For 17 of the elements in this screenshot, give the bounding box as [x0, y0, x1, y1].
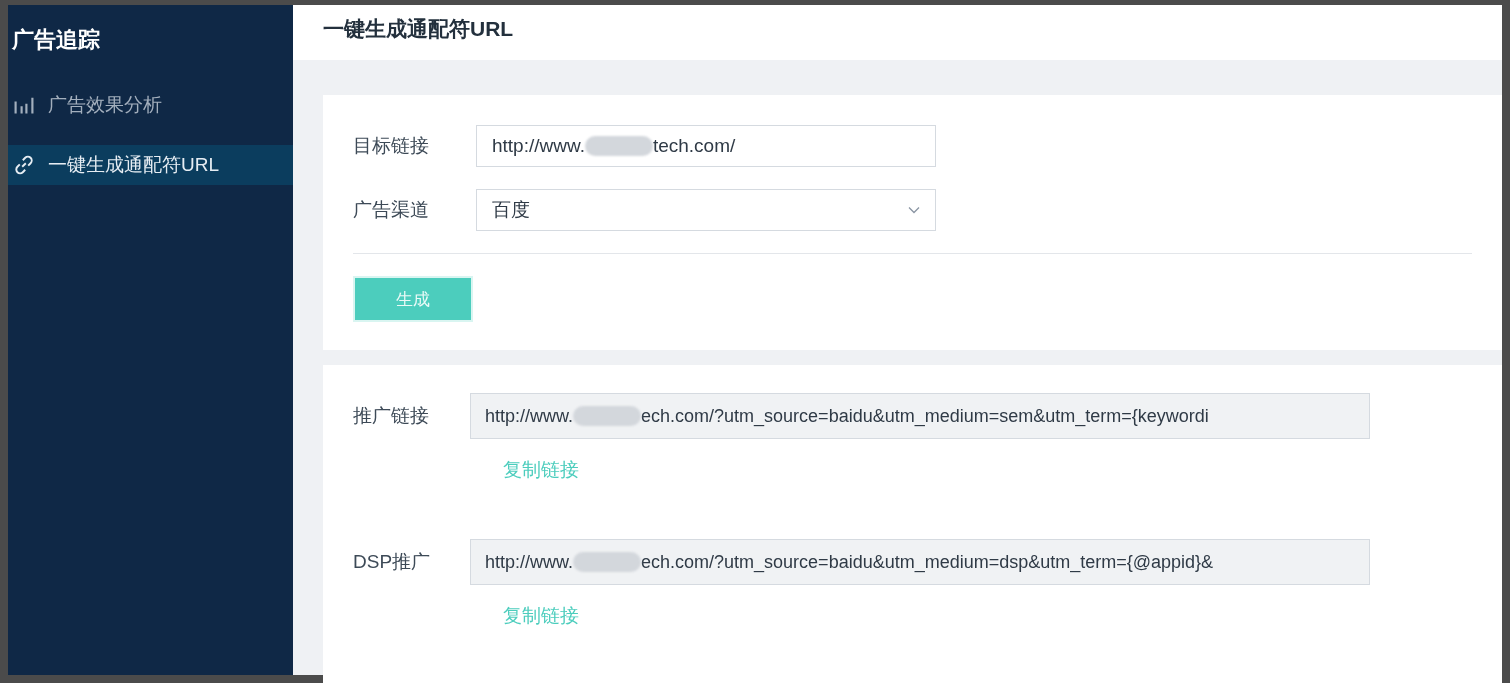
url-output-field[interactable]: http://www. ech.com/?utm_source=baidu&utm_medium=dsp&utm_term={@appid}& — [470, 539, 1370, 585]
field-label: DSP推广 — [353, 550, 432, 574]
field-label: 目标链接 — [353, 134, 430, 158]
redaction-blur — [573, 406, 642, 426]
redaction-blur — [573, 552, 642, 572]
field-label: 推广链接 — [353, 404, 430, 428]
url-output-field[interactable]: http://www. ech.com/?utm_source=baidu&utm_medium=sem&utm_term={keywordi — [470, 393, 1370, 439]
sidebar-title: 广告追踪 — [11, 26, 101, 54]
chevron-down-icon — [908, 206, 920, 214]
field-label: 广告渠道 — [353, 198, 430, 222]
page-title: 一键生成通配符URL — [323, 16, 514, 42]
link-icon — [12, 153, 36, 177]
sidebar-item[interactable]: 广告效果分析 — [8, 85, 293, 125]
redaction-blur — [584, 136, 653, 156]
sidebar-item[interactable]: 一键生成通配符URL — [8, 145, 293, 185]
url-input[interactable]: http://www. tech.com/ — [476, 125, 936, 167]
channel-select[interactable]: 百度 — [476, 189, 936, 231]
